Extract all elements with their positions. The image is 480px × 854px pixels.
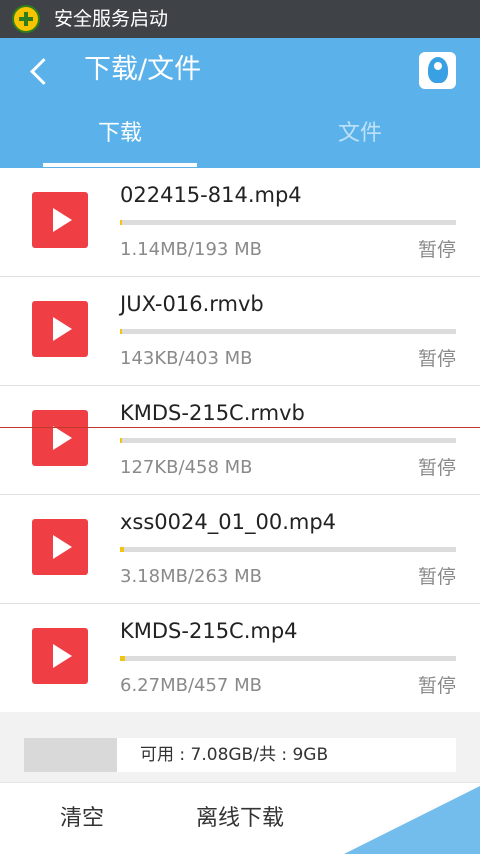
play-icon[interactable] (32, 519, 88, 575)
download-item[interactable]: JUX-016.rmvb 143KB/403 MB 暂停 (0, 277, 480, 386)
clear-button[interactable]: 清空 (60, 803, 104, 835)
progress-fill (120, 656, 125, 661)
app-bar: 下载/文件 下载 文件 (0, 38, 480, 168)
tab-indicator (43, 163, 197, 167)
pause-button[interactable]: 暂停 (418, 454, 456, 482)
file-progress: 3.18MB/263 MB (120, 566, 262, 587)
file-progress: 143KB/403 MB (120, 348, 253, 369)
play-icon[interactable] (32, 192, 88, 248)
pause-button[interactable]: 暂停 (418, 672, 456, 700)
progress-bar (120, 656, 456, 661)
download-item[interactable]: xss0024_01_00.mp4 3.18MB/263 MB 暂停 (0, 495, 480, 604)
download-list: 022415-814.mp4 1.14MB/193 MB 暂停 JUX-016.… (0, 168, 480, 713)
pp-logo-icon[interactable] (419, 52, 456, 89)
progress-fill (120, 438, 122, 443)
progress-bar (120, 547, 456, 552)
download-item[interactable]: 022415-814.mp4 1.14MB/193 MB 暂停 (0, 168, 480, 277)
status-notification: 安全服务启动 (54, 8, 169, 30)
progress-bar (120, 329, 456, 334)
file-progress: 1.14MB/193 MB (120, 239, 262, 260)
file-name: KMDS-215C.rmvb (120, 401, 305, 425)
play-icon[interactable] (32, 628, 88, 684)
file-progress: 6.27MB/457 MB (120, 675, 262, 696)
page-title: 下载/文件 (84, 54, 202, 85)
corner-decoration (344, 786, 480, 854)
pause-button[interactable]: 暂停 (418, 345, 456, 373)
tab-download[interactable]: 下载 (0, 116, 240, 152)
download-item[interactable]: KMDS-215C.mp4 6.27MB/457 MB 暂停 (0, 604, 480, 713)
file-name: KMDS-215C.mp4 (120, 619, 298, 643)
offline-download-button[interactable]: 离线下载 (196, 803, 284, 835)
play-icon[interactable] (32, 410, 88, 466)
pause-button[interactable]: 暂停 (418, 236, 456, 264)
file-name: xss0024_01_00.mp4 (120, 510, 337, 534)
storage-used-bar (24, 738, 117, 772)
divider-line (0, 427, 480, 428)
storage-panel: 可用 : 7.08GB/共 : 9GB (0, 712, 480, 782)
back-arrow-icon[interactable] (26, 54, 56, 90)
storage-text: 可用 : 7.08GB/共 : 9GB (140, 745, 329, 765)
pause-button[interactable]: 暂停 (418, 563, 456, 591)
play-icon[interactable] (32, 301, 88, 357)
bottom-bar: 清空 离线下载 (0, 782, 480, 854)
security-app-icon (12, 5, 40, 33)
file-name: JUX-016.rmvb (120, 292, 264, 316)
progress-bar (120, 220, 456, 225)
tab-files[interactable]: 文件 (240, 116, 480, 152)
file-name: 022415-814.mp4 (120, 183, 302, 207)
progress-fill (120, 329, 122, 334)
progress-fill (120, 220, 122, 225)
download-item[interactable]: KMDS-215C.rmvb 127KB/458 MB 暂停 (0, 386, 480, 495)
status-bar: 安全服务启动 (0, 0, 480, 38)
progress-fill (120, 547, 124, 552)
progress-bar (120, 438, 456, 443)
file-progress: 127KB/458 MB (120, 457, 253, 478)
